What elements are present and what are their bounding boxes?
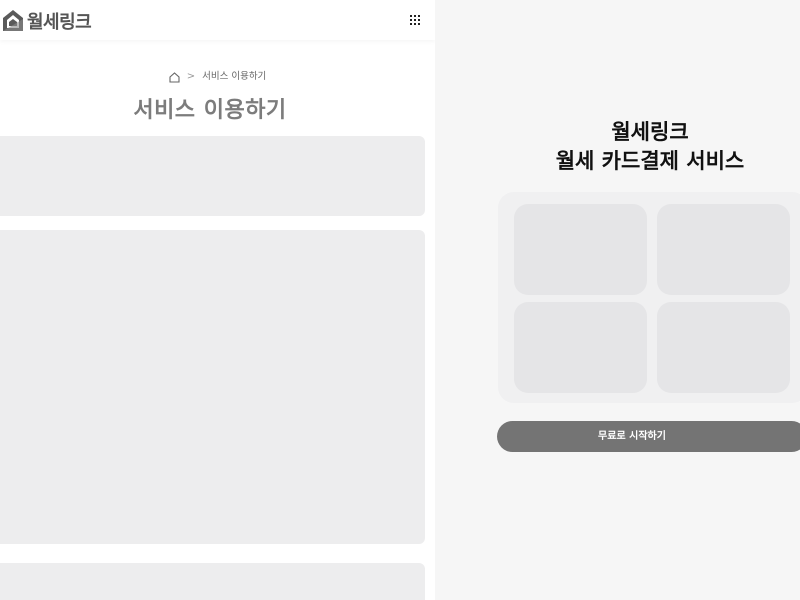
page-title: 서비스 이용하기 bbox=[133, 98, 287, 123]
hero-title-line1: 월세링크 bbox=[611, 120, 689, 144]
feature-card-panel bbox=[498, 192, 800, 403]
breadcrumb-separator: > bbox=[186, 71, 196, 82]
hero-title-line2: 월세 카드결제 서비스 bbox=[555, 149, 745, 173]
house-logo-icon bbox=[3, 10, 23, 31]
feature-tile bbox=[657, 204, 790, 295]
logo-text: 월세링크 bbox=[27, 12, 92, 33]
feature-tile bbox=[514, 204, 647, 295]
skeleton-block bbox=[0, 230, 425, 544]
top-header: 월세링크 bbox=[0, 0, 435, 40]
feature-tile bbox=[657, 302, 790, 393]
skeleton-block bbox=[0, 563, 425, 600]
skeleton-block bbox=[0, 136, 425, 216]
left-panel: 월세링크 > 서비스 이용하기 서비스 이용하기 bbox=[0, 0, 435, 600]
start-free-button[interactable]: 무료로 시작하기 bbox=[497, 421, 800, 452]
grid-menu-icon[interactable] bbox=[410, 15, 420, 25]
breadcrumb: > 서비스 이용하기 bbox=[0, 71, 435, 83]
home-icon[interactable] bbox=[169, 71, 180, 83]
breadcrumb-current[interactable]: 서비스 이용하기 bbox=[202, 71, 266, 83]
feature-tile bbox=[514, 302, 647, 393]
right-panel: 월세링크 월세 카드결제 서비스 무료로 시작하기 bbox=[435, 0, 800, 600]
hero-title: 월세링크 월세 카드결제 서비스 bbox=[497, 118, 800, 176]
logo[interactable]: 월세링크 bbox=[2, 8, 92, 34]
